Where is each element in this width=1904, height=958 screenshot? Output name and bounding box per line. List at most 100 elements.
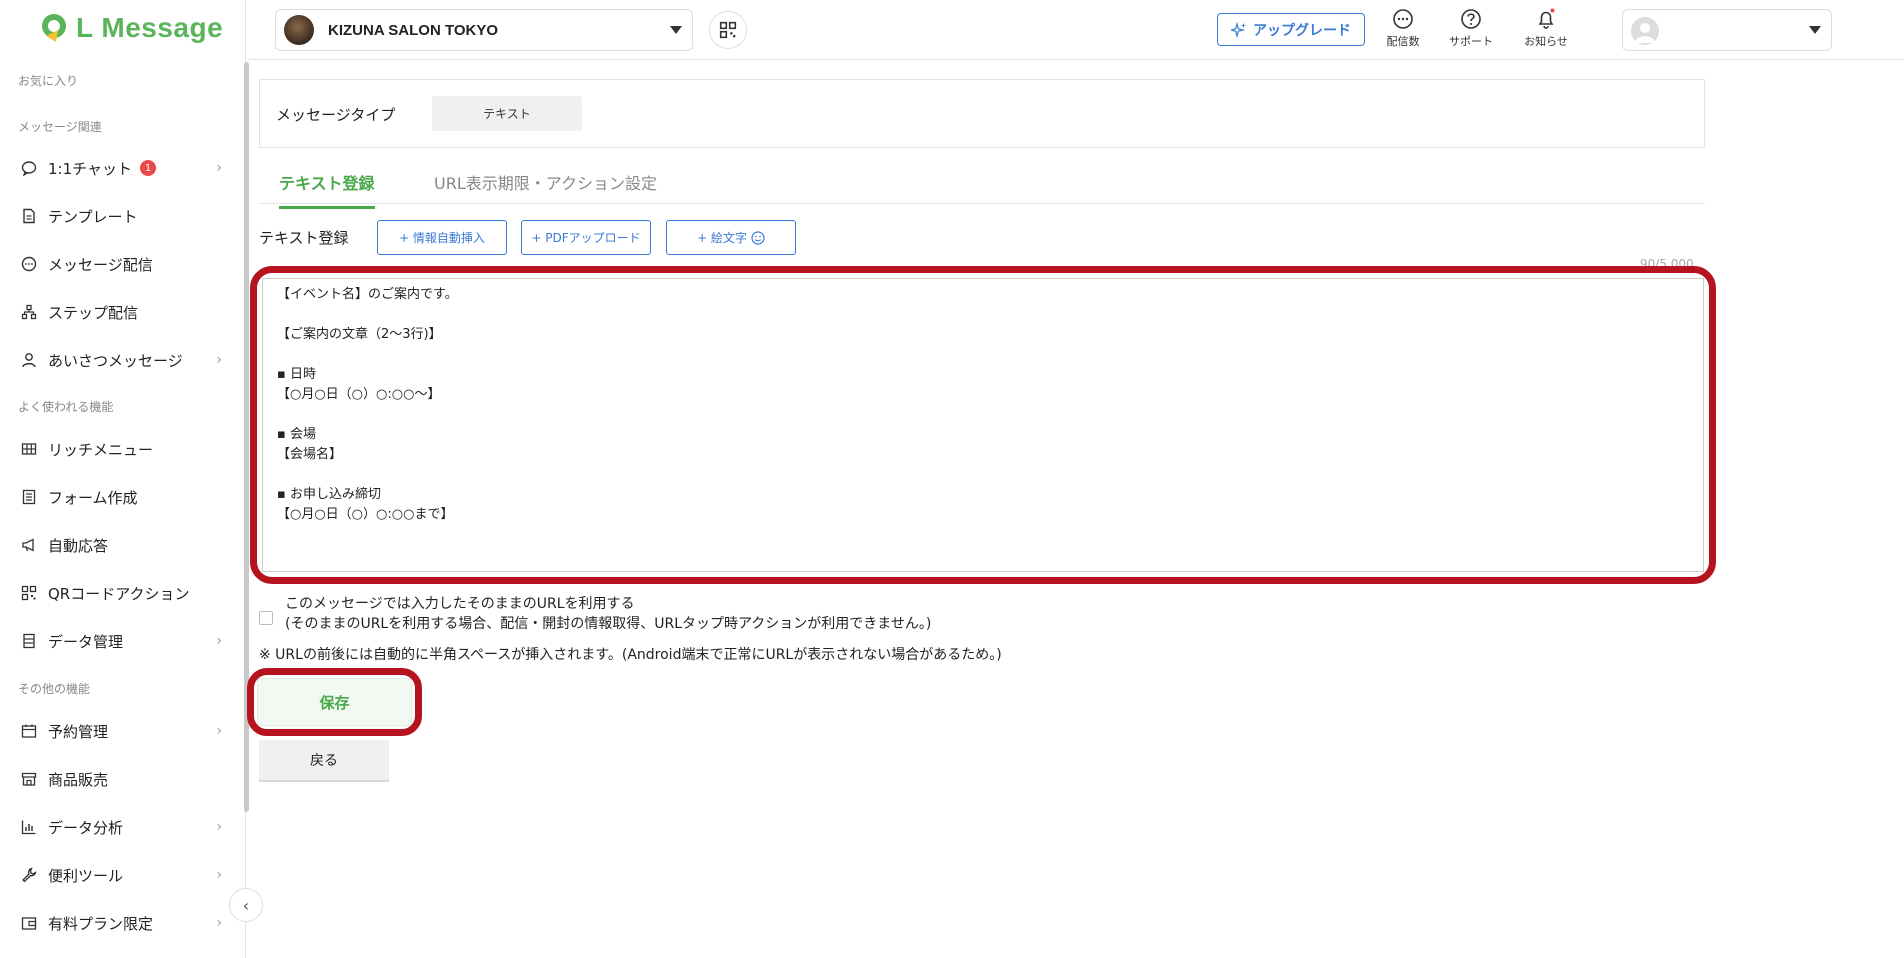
bell-icon [1535,8,1557,30]
user-menu[interactable] [1622,9,1832,51]
chevron-right-icon: › [216,723,222,739]
sidebar-item-label: QRコードアクション [48,584,190,603]
chevron-right-icon: › [216,352,222,368]
insert-info-button[interactable]: + 情報自動挿入 [377,220,507,255]
raw-url-option: このメッセージでは入力したそのままのURLを利用する (そのままのURLを利用す… [259,594,931,634]
chevron-left-icon: ‹ [242,895,250,915]
sidebar-item-label: テンプレート [48,207,138,226]
sidebar-item-tools[interactable]: 便利ツール › [0,855,230,895]
notification-label: お知らせ [1524,35,1568,48]
data-icon [20,632,38,650]
message-count-button[interactable]: 配信数 [1373,8,1433,49]
sidebar-item-greeting[interactable]: あいさつメッセージ › [0,340,230,380]
account-avatar [284,15,314,45]
sidebar-item-auto-reply[interactable]: 自動応答 [0,525,230,565]
message-count-label: 配信数 [1386,35,1420,48]
chevron-right-icon: › [216,160,222,176]
qr-icon [719,21,737,39]
account-name: KIZUNA SALON TOKYO [328,21,499,39]
message-type-label: メッセージタイプ [276,106,396,124]
sidebar-item-label: 便利ツール [48,866,124,885]
raw-url-text: このメッセージでは入力したそのままのURLを利用する (そのままのURLを利用す… [285,594,931,634]
sidebar: L Message お気に入り メッセージ関連 1:1チャット 1 › テンプレ… [0,0,249,958]
step-icon [20,303,38,321]
text-registration-label: テキスト登録 [259,229,349,247]
chevron-right-icon: › [216,915,222,931]
caret-down-icon [670,26,682,34]
smile-icon [751,230,765,245]
app-root: L Message お気に入り メッセージ関連 1:1チャット 1 › テンプレ… [0,0,1904,958]
sidebar-item-label: データ管理 [48,632,124,651]
tab-text-registration[interactable]: テキスト登録 [279,170,375,209]
upgrade-label: アップグレード [1253,22,1351,39]
raw-url-hint: (そのままのURLを利用する場合、配信・開封の情報取得、URLタップ時アクション… [285,616,932,632]
chevron-right-icon: › [216,867,222,883]
message-type-panel: メッセージタイプ テキスト [259,79,1705,148]
support-icon [1460,8,1482,30]
chart-icon [20,818,38,836]
sidebar-item-label: メッセージ配信 [48,255,153,274]
sidebar-item-rich-menu[interactable]: リッチメニュー [0,429,230,469]
sidebar-item-label: あいさつメッセージ [48,351,183,370]
notification-button[interactable]: お知らせ [1516,8,1576,49]
section-common-features: よく使われる機能 [18,400,114,414]
sidebar-item-paid-plan[interactable]: 有料プラン限定 › [0,903,230,943]
upgrade-button[interactable]: アップグレード [1217,13,1365,46]
account-selector[interactable]: KIZUNA SALON TOKYO [275,9,693,51]
save-button[interactable]: 保存 [257,678,412,726]
sidebar-item-data-analysis[interactable]: データ分析 › [0,807,230,847]
logo-icon [42,14,66,42]
support-button[interactable]: サポート [1441,8,1501,49]
emoji-button[interactable]: + 絵文字 [666,220,796,255]
app-logo[interactable]: L Message [38,12,223,44]
section-message-related: メッセージ関連 [18,120,102,134]
sidebar-scrollbar[interactable] [244,62,249,812]
raw-url-label: このメッセージでは入力したそのままのURLを利用する [285,596,635,612]
tab-bar: テキスト登録 URL表示期限・アクション設定 [259,162,1705,209]
emoji-label: + 絵文字 [697,231,747,245]
form-icon [20,488,38,506]
sidebar-item-form[interactable]: フォーム作成 [0,477,230,517]
sidebar-item-message-delivery[interactable]: メッセージ配信 [0,244,230,284]
sidebar-item-label: 予約管理 [48,722,109,741]
url-space-note: ※ URLの前後には自動的に半角スペースが挿入されます。(Android端末で正… [259,647,1002,663]
qr-code-button[interactable] [709,11,747,49]
tab-url-settings[interactable]: URL表示期限・アクション設定 [434,170,657,206]
sidebar-item-chat[interactable]: 1:1チャット 1 › [0,148,230,188]
back-button[interactable]: 戻る [259,740,389,782]
sparkle-icon [1231,21,1246,38]
sidebar-item-label: 有料プラン限定 [48,914,154,933]
section-other-features: その他の機能 [18,682,91,696]
message-type-selector[interactable]: テキスト [432,96,582,131]
sidebar-item-label: ステップ配信 [48,303,139,322]
qr-icon [20,584,38,602]
sidebar-item-qr-action[interactable]: QRコードアクション [0,573,230,613]
sidebar-item-label: フォーム作成 [48,488,138,507]
sidebar-item-template[interactable]: テンプレート [0,196,230,236]
template-icon [20,207,38,225]
sidebar-item-reservation[interactable]: 予約管理 › [0,711,230,751]
caret-down-icon [1809,26,1821,34]
top-header: KIZUNA SALON TOKYO アップグレード 配信数 サポート お知らせ [247,0,1904,60]
shop-icon [20,770,38,788]
grid-icon [20,440,38,458]
raw-url-checkbox[interactable] [259,611,273,625]
pdf-upload-button[interactable]: + PDFアップロード [521,220,651,255]
sidebar-item-product-sales[interactable]: 商品販売 [0,759,230,799]
sidebar-item-label: リッチメニュー [48,440,154,459]
sidebar-item-label: 自動応答 [48,536,109,555]
sidebar-item-data-management[interactable]: データ管理 › [0,621,230,661]
sidebar-collapse-button[interactable]: ‹ [229,888,263,922]
character-counter: 90/5,000 [1640,257,1694,271]
message-count-icon [1392,8,1414,30]
unread-badge: 1 [140,160,156,176]
sidebar-item-label: データ分析 [48,818,124,837]
logo-text: L Message [76,12,224,43]
message-textarea[interactable]: 【イベント名】のご案内です。 【ご案内の文章（2〜3行)】 ▪ 日時 【○月○日… [262,278,1704,572]
chevron-right-icon: › [216,819,222,835]
wallet-icon [20,914,38,932]
sidebar-item-step-delivery[interactable]: ステップ配信 [0,292,230,332]
megaphone-icon [20,536,38,554]
wrench-icon [20,866,38,884]
message-icon [20,255,38,273]
